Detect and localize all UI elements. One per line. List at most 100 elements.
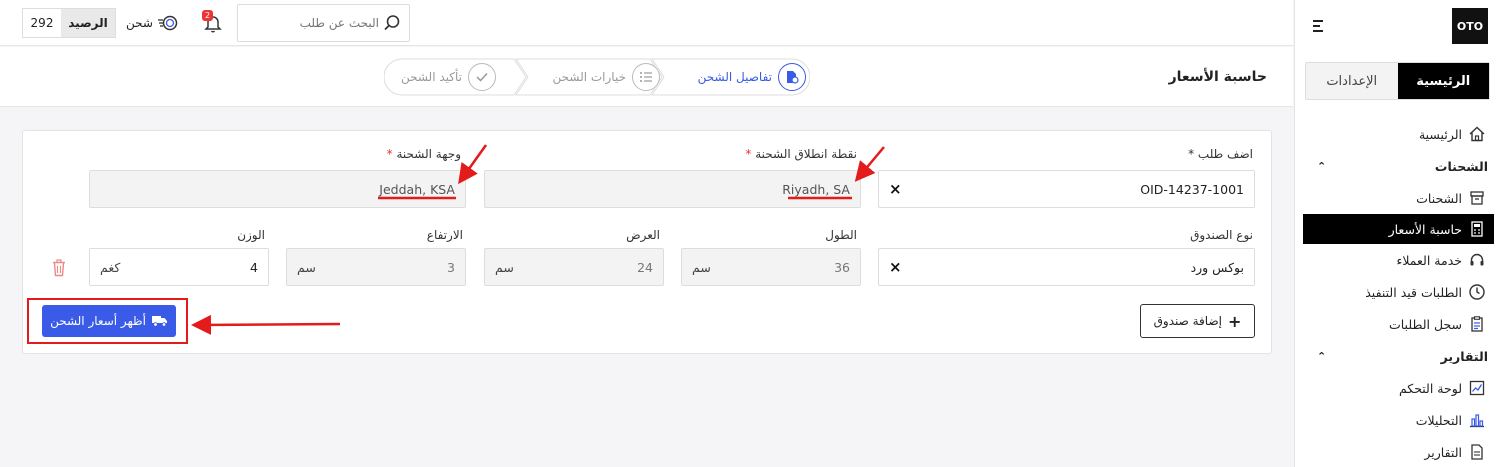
origin-value: Riyadh, SA — [782, 181, 850, 197]
chevron-up-icon: ⌃ — [1317, 159, 1327, 173]
sidebar: OTO الرئيسية الإعدادات الرئيسية الشحنات … — [1294, 0, 1500, 467]
stepper: تفاصيل الشحن خيارات الشحن تأكيد الشحن — [384, 58, 810, 96]
add-box-button[interactable]: + إضافة صندوق — [1140, 304, 1255, 338]
height-label: الارتفاع — [426, 228, 463, 242]
recharge-label: شحن — [126, 16, 153, 30]
tab-home[interactable]: الرئيسية — [1397, 63, 1489, 99]
notification-badge: 2 — [202, 10, 214, 21]
required-mark: * — [386, 147, 393, 161]
destination-value: Jeddah, KSA — [379, 181, 455, 197]
step-label: تأكيد الشحن — [400, 70, 462, 84]
box-type-label: نوع الصندوق — [1190, 228, 1253, 242]
step-label: خيارات الشحن — [552, 70, 626, 84]
page-title: حاسبة الأسعار — [1168, 69, 1267, 85]
origin-label: نقطة انطلاق الشحنة * — [745, 147, 857, 161]
width-label: العرض — [626, 228, 660, 242]
sidebar-item-home[interactable]: الرئيسية — [1295, 118, 1500, 150]
search-input[interactable] — [259, 16, 379, 30]
sidebar-item-label: التحليلات — [1415, 412, 1462, 428]
length-field: سم 36 — [681, 248, 861, 286]
height-unit: سم — [297, 259, 316, 275]
bar-chart-icon — [1470, 414, 1484, 428]
home-icon — [1469, 126, 1485, 142]
check-icon — [468, 63, 496, 91]
sidebar-item-label: الشحنات — [1416, 190, 1462, 206]
highlight-box — [27, 298, 188, 344]
chevron-up-icon: ⌃ — [1317, 349, 1327, 363]
box-icon — [1470, 191, 1484, 205]
length-unit: سم — [692, 259, 711, 275]
clear-box-type-button[interactable]: × — [889, 258, 902, 276]
order-field[interactable]: × OID-14237-1001 — [878, 170, 1255, 208]
length-value: 36 — [834, 259, 850, 275]
list-icon — [632, 63, 660, 91]
required-mark: * — [745, 147, 752, 161]
menu-icon[interactable] — [1313, 20, 1327, 32]
sidebar-item-dashboard[interactable]: لوحة التحكم — [1295, 372, 1500, 404]
sidebar-item-reports[interactable]: التقارير — [1295, 436, 1500, 467]
weight-value: 4 — [250, 259, 258, 275]
page-header: حاسبة الأسعار تفاصيل الشحن خيارات الشحن … — [0, 47, 1293, 107]
origin-field: Riyadh, SA — [484, 170, 861, 208]
length-label: الطول — [825, 228, 857, 242]
weight-input[interactable]: كغم 4 — [89, 248, 269, 286]
destination-field: Jeddah, KSA — [89, 170, 466, 208]
group-label: التقارير — [1440, 348, 1488, 364]
sidebar-item-price-calculator[interactable]: حاسبة الأسعار — [1303, 214, 1494, 244]
group-label: الشحنات — [1434, 158, 1488, 174]
sidebar-group-reports[interactable]: التقارير ⌃ — [1295, 340, 1500, 372]
sidebar-item-customer-service[interactable]: خدمة العملاء — [1295, 244, 1500, 276]
headset-icon — [1470, 253, 1484, 266]
sidebar-item-analytics[interactable]: التحليلات — [1295, 404, 1500, 436]
weight-unit: كغم — [100, 259, 121, 275]
origin-label-text: نقطة انطلاق الشحنة — [755, 147, 857, 161]
sidebar-tabs: الرئيسية الإعدادات — [1305, 62, 1490, 100]
height-field: سم 3 — [286, 248, 466, 286]
destination-label-text: وجهة الشحنة — [396, 147, 462, 161]
sidebar-item-shipments[interactable]: الشحنات — [1295, 182, 1500, 214]
order-label: اضف طلب * — [1188, 147, 1253, 161]
clear-order-button[interactable]: × — [889, 180, 902, 198]
sidebar-item-label: لوحة التحكم — [1398, 380, 1462, 396]
sidebar-item-label: التقارير — [1424, 444, 1462, 460]
coins-icon — [157, 15, 178, 31]
topbar: 292 الرصيد شحن 2 — [0, 0, 1293, 46]
sidebar-item-label: الطلبات قيد التنفيذ — [1365, 284, 1462, 300]
plus-icon: + — [1227, 311, 1242, 331]
clock-icon — [1469, 284, 1485, 300]
order-value: OID-14237-1001 — [1140, 181, 1244, 197]
balance-label: الرصيد — [61, 9, 115, 37]
notifications-button[interactable]: 2 — [202, 10, 224, 37]
trash-icon[interactable] — [51, 259, 67, 277]
step-label: تفاصيل الشحن — [697, 70, 772, 84]
add-box-label: إضافة صندوق — [1153, 314, 1222, 328]
logo[interactable]: OTO — [1452, 8, 1488, 44]
search-icon — [384, 15, 400, 31]
width-value: 24 — [637, 259, 653, 275]
recharge-link[interactable]: شحن — [126, 14, 179, 32]
dashboard-chart-icon — [1469, 380, 1485, 396]
sidebar-nav: الرئيسية الشحنات ⌃ الشحنات حاسبة الأسعار… — [1295, 118, 1500, 467]
search-box[interactable] — [237, 4, 410, 42]
document-settings-icon — [778, 63, 806, 91]
sidebar-item-label: خدمة العملاء — [1396, 252, 1462, 268]
clipboard-icon — [1471, 316, 1483, 332]
step-shipping-confirm[interactable]: تأكيد الشحن — [401, 58, 496, 96]
tab-settings[interactable]: الإعدادات — [1306, 63, 1398, 99]
box-type-select[interactable]: × بوكس ورد — [878, 248, 1255, 286]
width-field: سم 24 — [484, 248, 664, 286]
document-icon — [1471, 444, 1483, 460]
sidebar-item-label: حاسبة الأسعار — [1388, 221, 1462, 237]
destination-label: وجهة الشحنة * — [387, 147, 461, 161]
sidebar-group-shipments[interactable]: الشحنات ⌃ — [1295, 150, 1500, 182]
calculator-card: اضف طلب * نقطة انطلاق الشحنة * وجهة الشح… — [22, 130, 1272, 354]
sidebar-item-orders-log[interactable]: سجل الطلبات — [1295, 308, 1500, 340]
step-shipping-options[interactable]: خيارات الشحن — [552, 58, 660, 96]
sidebar-header: OTO — [1295, 0, 1500, 52]
step-shipping-details[interactable]: تفاصيل الشحن — [698, 58, 806, 96]
calculator-icon — [1471, 221, 1483, 237]
weight-label: الوزن — [237, 228, 265, 242]
box-type-value: بوكس ورد — [1190, 259, 1244, 275]
balance-widget[interactable]: 292 الرصيد — [22, 8, 116, 38]
sidebar-item-orders-in-progress[interactable]: الطلبات قيد التنفيذ — [1295, 276, 1500, 308]
